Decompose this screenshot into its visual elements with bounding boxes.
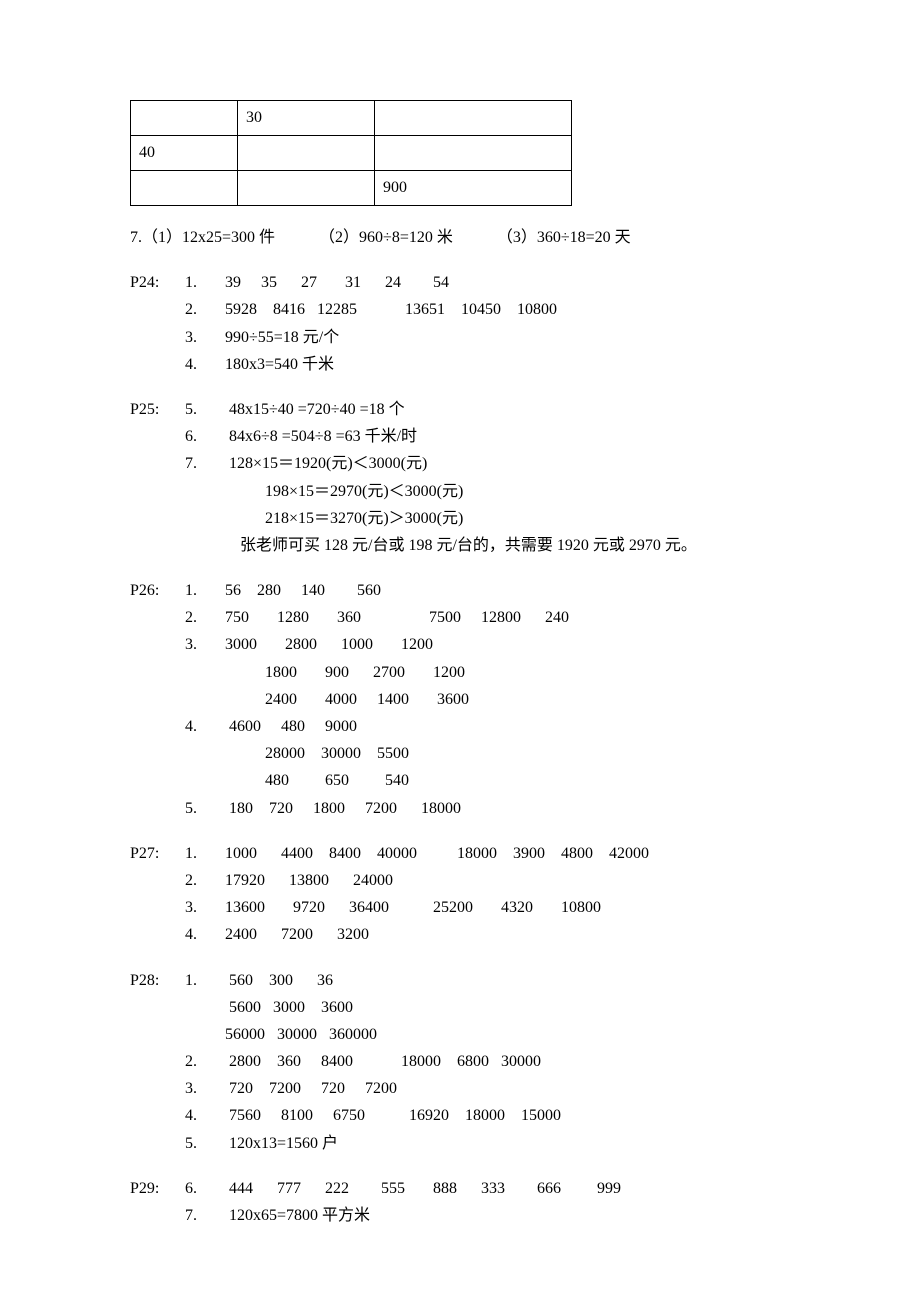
item-sub: 1800 900 2700 1200: [130, 659, 790, 686]
item-num: 4.: [185, 713, 225, 740]
item-values: 120x13=1560 户: [225, 1130, 338, 1157]
cell-r1c2: [375, 136, 572, 171]
cell-r0c0: [131, 101, 238, 136]
p29-block: P29:6. 444 777 222 555 888 333 666 999 7…: [130, 1175, 790, 1229]
item-values: 128×15＝1920(元)＜3000(元): [225, 450, 427, 477]
item-values: 39 35 27 31 24 54: [225, 269, 449, 296]
item-sub: 5600 3000 3600: [130, 994, 790, 1021]
item-num: 4.: [185, 351, 225, 378]
item-num: 6.: [185, 1175, 225, 1202]
item-values: 17920 13800 24000: [225, 867, 393, 894]
cell-r0c1: 30: [238, 101, 375, 136]
data-table: 30 40 900: [130, 100, 572, 206]
item-values: 120x65=7800 平方米: [225, 1202, 370, 1229]
item-values: 3000 2800 1000 1200: [225, 631, 433, 658]
item-values: 2400 7200 3200: [225, 921, 369, 948]
item-num: 3.: [185, 631, 225, 658]
p25-block: P25:5. 48x15÷40 =720÷40 =18 个 6. 84x6÷8 …: [130, 396, 790, 559]
item-values: 84x6÷8 =504÷8 =63 千米/时: [225, 423, 417, 450]
item-num: 1.: [185, 840, 225, 867]
item-values: 13600 9720 36400 25200 4320 10800: [225, 894, 601, 921]
q7-part3: （3）360÷18=20 天: [497, 229, 631, 246]
item-values: 560 300 36: [225, 967, 333, 994]
item-sub: 56000 30000 360000: [130, 1021, 790, 1048]
item-sub: 480 650 540: [130, 767, 790, 794]
item-num: 3.: [185, 1075, 225, 1102]
item-num: 2.: [185, 1048, 225, 1075]
item-num: 3.: [185, 324, 225, 351]
page-label: P24:: [130, 269, 185, 296]
cell-r2c0: [131, 171, 238, 206]
item-num: 6.: [185, 423, 225, 450]
q7-part1: 7.（1）12x25=300 件: [130, 229, 275, 246]
page-label: P25:: [130, 396, 185, 423]
table-row: 900: [131, 171, 572, 206]
table-row: 40: [131, 136, 572, 171]
item-num: 3.: [185, 894, 225, 921]
page-label: P27:: [130, 840, 185, 867]
item-sub: 2400 4000 1400 3600: [130, 686, 790, 713]
item-num: 1.: [185, 577, 225, 604]
item-values: 180x3=540 千米: [225, 351, 334, 378]
item-values: 56 280 140 560: [225, 577, 381, 604]
item-sub: 218×15＝3270(元)＞3000(元): [130, 505, 790, 532]
cell-r2c1: [238, 171, 375, 206]
item-num: 7.: [185, 450, 225, 477]
item-values: 48x15÷40 =720÷40 =18 个: [225, 396, 405, 423]
item-values: 2800 360 8400 18000 6800 30000: [225, 1048, 541, 1075]
item-values: 7560 8100 6750 16920 18000 15000: [225, 1102, 561, 1129]
item-num: 4.: [185, 1102, 225, 1129]
item-values: 990÷55=18 元/个: [225, 324, 339, 351]
cell-r1c0: 40: [131, 136, 238, 171]
item-values: 720 7200 720 7200: [225, 1075, 397, 1102]
item-values: 1000 4400 8400 40000 18000 3900 4800 420…: [225, 840, 649, 867]
item-values: 444 777 222 555 888 333 666 999: [225, 1175, 621, 1202]
q7-part2: （2）960÷8=120 米: [319, 229, 453, 246]
item-sub: 张老师可买 128 元/台或 198 元/台的，共需要 1920 元或 2970…: [130, 532, 790, 559]
item-sub: 28000 30000 5500: [130, 740, 790, 767]
p24-block: P24:1.39 35 27 31 24 54 2.5928 8416 1228…: [130, 269, 790, 378]
item-values: 750 1280 360 7500 12800 240: [225, 604, 569, 631]
p26-block: P26:1.56 280 140 560 2.750 1280 360 7500…: [130, 577, 790, 822]
page-label: P29:: [130, 1175, 185, 1202]
item-values: 5928 8416 12285 13651 10450 10800: [225, 296, 557, 323]
item-num: 5.: [185, 1130, 225, 1157]
cell-r2c2: 900: [375, 171, 572, 206]
item-num: 5.: [185, 795, 225, 822]
item-values: 4600 480 9000: [225, 713, 357, 740]
table-row: 30: [131, 101, 572, 136]
item-sub: 198×15＝2970(元)＜3000(元): [130, 478, 790, 505]
item-num: 7.: [185, 1202, 225, 1229]
item-num: 5.: [185, 396, 225, 423]
item-num: 2.: [185, 296, 225, 323]
page-label: P28:: [130, 967, 185, 994]
p28-block: P28:1. 560 300 36 5600 3000 3600 56000 3…: [130, 967, 790, 1157]
cell-r0c2: [375, 101, 572, 136]
item-num: 2.: [185, 604, 225, 631]
item-num: 1.: [185, 269, 225, 296]
item-num: 4.: [185, 921, 225, 948]
item-values: 180 720 1800 7200 18000: [225, 795, 461, 822]
item-num: 1.: [185, 967, 225, 994]
p27-block: P27:1.1000 4400 8400 40000 18000 3900 48…: [130, 840, 790, 949]
item-num: 2.: [185, 867, 225, 894]
page-label: P26:: [130, 577, 185, 604]
question-7: 7.（1）12x25=300 件 （2）960÷8=120 米 （3）360÷1…: [130, 224, 790, 251]
cell-r1c1: [238, 136, 375, 171]
